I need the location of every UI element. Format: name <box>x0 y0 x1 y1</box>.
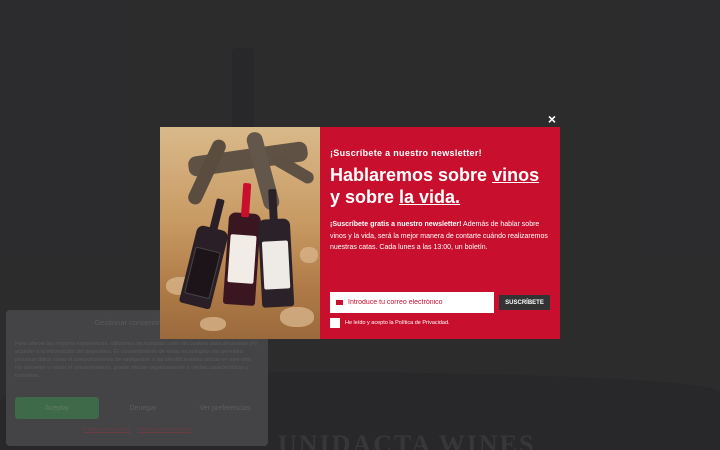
cookie-deny-button[interactable]: Denegar <box>103 397 183 419</box>
close-popup-button[interactable]: × <box>544 111 560 127</box>
privacy-policy-link[interactable]: Política de Privacidad <box>138 427 191 433</box>
la-vida-link[interactable]: la vida. <box>399 187 460 207</box>
cookie-accept-button[interactable]: Aceptar <box>15 397 99 419</box>
email-input[interactable] <box>348 299 488 306</box>
subscribe-button[interactable]: SUSCRÍBETE <box>499 295 550 310</box>
popup-content: ¡Suscríbete a nuestro newsletter! Hablar… <box>320 127 560 339</box>
envelope-icon <box>336 300 343 305</box>
privacy-consent: He leído y acepto la Política de Privaci… <box>330 318 450 328</box>
newsletter-popup: ¡Suscríbete a nuestro newsletter! Hablar… <box>160 127 560 339</box>
wine-bottle-3 <box>257 188 295 308</box>
email-field[interactable] <box>330 292 494 313</box>
popup-kicker: ¡Suscríbete a nuestro newsletter! <box>330 148 482 158</box>
cookie-text: Para ofrecer las mejores experiencias, u… <box>15 341 257 379</box>
popup-description: ¡Suscríbete gratis a nuestro newsletter!… <box>330 221 548 251</box>
cookie-preferences-button[interactable]: Ver preferencias <box>187 397 263 419</box>
cookie-links: Política de Cookies Política de Privacid… <box>6 427 268 433</box>
popup-headline: Hablaremos sobre vinos y sobre la vida. <box>330 165 540 207</box>
privacy-checkbox[interactable] <box>330 318 340 328</box>
cookie-policy-link[interactable]: Política de Cookies <box>83 427 130 433</box>
vinos-link[interactable]: vinos <box>492 165 539 185</box>
wine-bottle-2 <box>222 182 262 307</box>
wine-bottle-1 <box>178 198 230 310</box>
wine-bottles-photo <box>160 127 320 339</box>
privacy-consent-label: He leído y acepto la Política de Privaci… <box>345 320 450 326</box>
